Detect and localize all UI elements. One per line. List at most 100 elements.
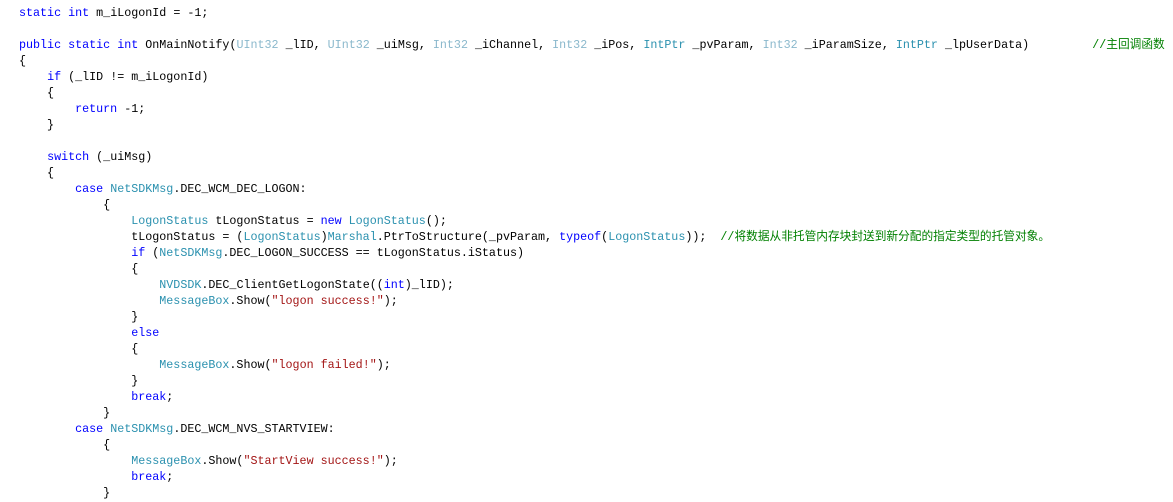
keyword-token: case	[75, 422, 104, 436]
code-line[interactable]: break;	[19, 469, 1165, 485]
type-token: LogonStatus	[243, 230, 321, 244]
keyword-token: int	[68, 6, 90, 20]
type-token: IntPtr	[643, 38, 686, 52]
code-line[interactable]: else	[19, 325, 1165, 341]
keyword-token: if	[131, 246, 146, 260]
code-token: _iChannel,	[467, 38, 553, 52]
type-token: NVDSDK	[159, 278, 202, 292]
code-line[interactable]: }	[19, 373, 1165, 389]
code-token: );	[383, 454, 398, 468]
string-token: "StartView success!"	[243, 454, 384, 468]
keyword-token: if	[47, 70, 62, 84]
code-token: -1;	[117, 102, 146, 116]
code-line[interactable]: }	[19, 485, 1165, 501]
code-line[interactable]: LogonStatus tLogonStatus = new LogonStat…	[19, 213, 1165, 229]
code-token: _iPos,	[587, 38, 644, 52]
code-line[interactable]: static int m_iLogonId = -1;	[19, 5, 1165, 21]
keyword-token: int	[117, 38, 139, 52]
type-token: LogonStatus	[608, 230, 686, 244]
code-line[interactable]: {	[19, 197, 1165, 213]
type-token: UInt32	[236, 38, 279, 52]
type-token: Int32	[552, 38, 588, 52]
keyword-token: typeof	[559, 230, 602, 244]
code-line[interactable]	[19, 133, 1165, 149]
code-token: )_lID);	[404, 278, 454, 292]
keyword-token: switch	[47, 150, 90, 164]
code-line[interactable]: return -1;	[19, 101, 1165, 117]
keyword-token: public	[19, 38, 62, 52]
code-line[interactable]: break;	[19, 389, 1165, 405]
code-line[interactable]: NVDSDK.DEC_ClientGetLogonState((int)_lID…	[19, 277, 1165, 293]
code-token: _lID,	[278, 38, 328, 52]
type-token: IntPtr	[895, 38, 938, 52]
code-token: .Show(	[229, 358, 272, 372]
keyword-token: int	[383, 278, 405, 292]
code-token: {	[19, 262, 139, 276]
keyword-token: new	[320, 214, 342, 228]
keyword-token: return	[75, 102, 118, 116]
keyword-token: case	[75, 182, 104, 196]
code-token: {	[19, 198, 111, 212]
code-token: )	[320, 230, 328, 244]
code-token: {	[19, 438, 111, 452]
code-token: }	[19, 486, 111, 500]
code-token: ;	[166, 470, 174, 484]
code-token: .DEC_WCM_DEC_LOGON:	[173, 182, 307, 196]
code-line[interactable]: {	[19, 53, 1165, 69]
keyword-token: static	[19, 6, 62, 20]
keyword-token: break	[131, 470, 167, 484]
code-line[interactable]: }	[19, 309, 1165, 325]
code-line[interactable]: {	[19, 85, 1165, 101]
type-token: Marshal	[327, 230, 377, 244]
code-line[interactable]: case NetSDKMsg.DEC_WCM_NVS_STARTVIEW:	[19, 421, 1165, 437]
code-line[interactable]: }	[19, 117, 1165, 133]
type-token: MessageBox	[131, 454, 202, 468]
code-token: tLogonStatus = (	[19, 230, 244, 244]
code-token: }	[19, 406, 111, 420]
code-token: m_iLogonId = -1;	[89, 6, 209, 20]
code-token: tLogonStatus =	[208, 214, 321, 228]
code-line[interactable]: switch (_uiMsg)	[19, 149, 1165, 165]
code-token: );	[383, 294, 398, 308]
code-line[interactable]: if (_lID != m_iLogonId)	[19, 69, 1165, 85]
code-line[interactable]: {	[19, 261, 1165, 277]
code-token: .DEC_LOGON_SUCCESS == tLogonStatus.iStat…	[222, 246, 524, 260]
keyword-token: break	[131, 390, 167, 404]
code-token: }	[19, 310, 139, 324]
code-line[interactable]: MessageBox.Show("logon success!");	[19, 293, 1165, 309]
code-line[interactable]	[19, 21, 1165, 37]
comment-token: //主回调函数	[1092, 38, 1165, 52]
code-line[interactable]: public static int OnMainNotify(UInt32 _l…	[19, 37, 1165, 53]
code-token: );	[376, 358, 391, 372]
code-line[interactable]: {	[19, 437, 1165, 453]
code-line[interactable]: tLogonStatus = (LogonStatus)Marshal.PtrT…	[19, 229, 1165, 245]
code-token: {	[19, 86, 55, 100]
code-editor[interactable]: static int m_iLogonId = -1; public stati…	[19, 5, 1165, 501]
code-token: ;	[166, 390, 174, 404]
code-line[interactable]: MessageBox.Show("logon failed!");	[19, 357, 1165, 373]
code-token: .DEC_WCM_NVS_STARTVIEW:	[173, 422, 335, 436]
type-token: NetSDKMsg	[159, 246, 223, 260]
code-line[interactable]: {	[19, 341, 1165, 357]
code-line[interactable]: case NetSDKMsg.DEC_WCM_DEC_LOGON:	[19, 181, 1165, 197]
code-token: (_lID != m_iLogonId)	[61, 70, 209, 84]
code-token: _lpUserData)	[937, 38, 1093, 52]
type-token: MessageBox	[159, 294, 230, 308]
type-token: Int32	[432, 38, 468, 52]
code-line[interactable]: if (NetSDKMsg.DEC_LOGON_SUCCESS == tLogo…	[19, 245, 1165, 261]
code-token: {	[19, 166, 55, 180]
code-line[interactable]: }	[19, 405, 1165, 421]
code-token: .Show(	[201, 454, 244, 468]
type-token: NetSDKMsg	[110, 182, 174, 196]
code-line[interactable]: {	[19, 165, 1165, 181]
code-token: .DEC_ClientGetLogonState((	[201, 278, 384, 292]
string-token: "logon failed!"	[271, 358, 377, 372]
code-line[interactable]: MessageBox.Show("StartView success!");	[19, 453, 1165, 469]
type-token: LogonStatus	[131, 214, 209, 228]
code-token: _uiMsg,	[369, 38, 433, 52]
